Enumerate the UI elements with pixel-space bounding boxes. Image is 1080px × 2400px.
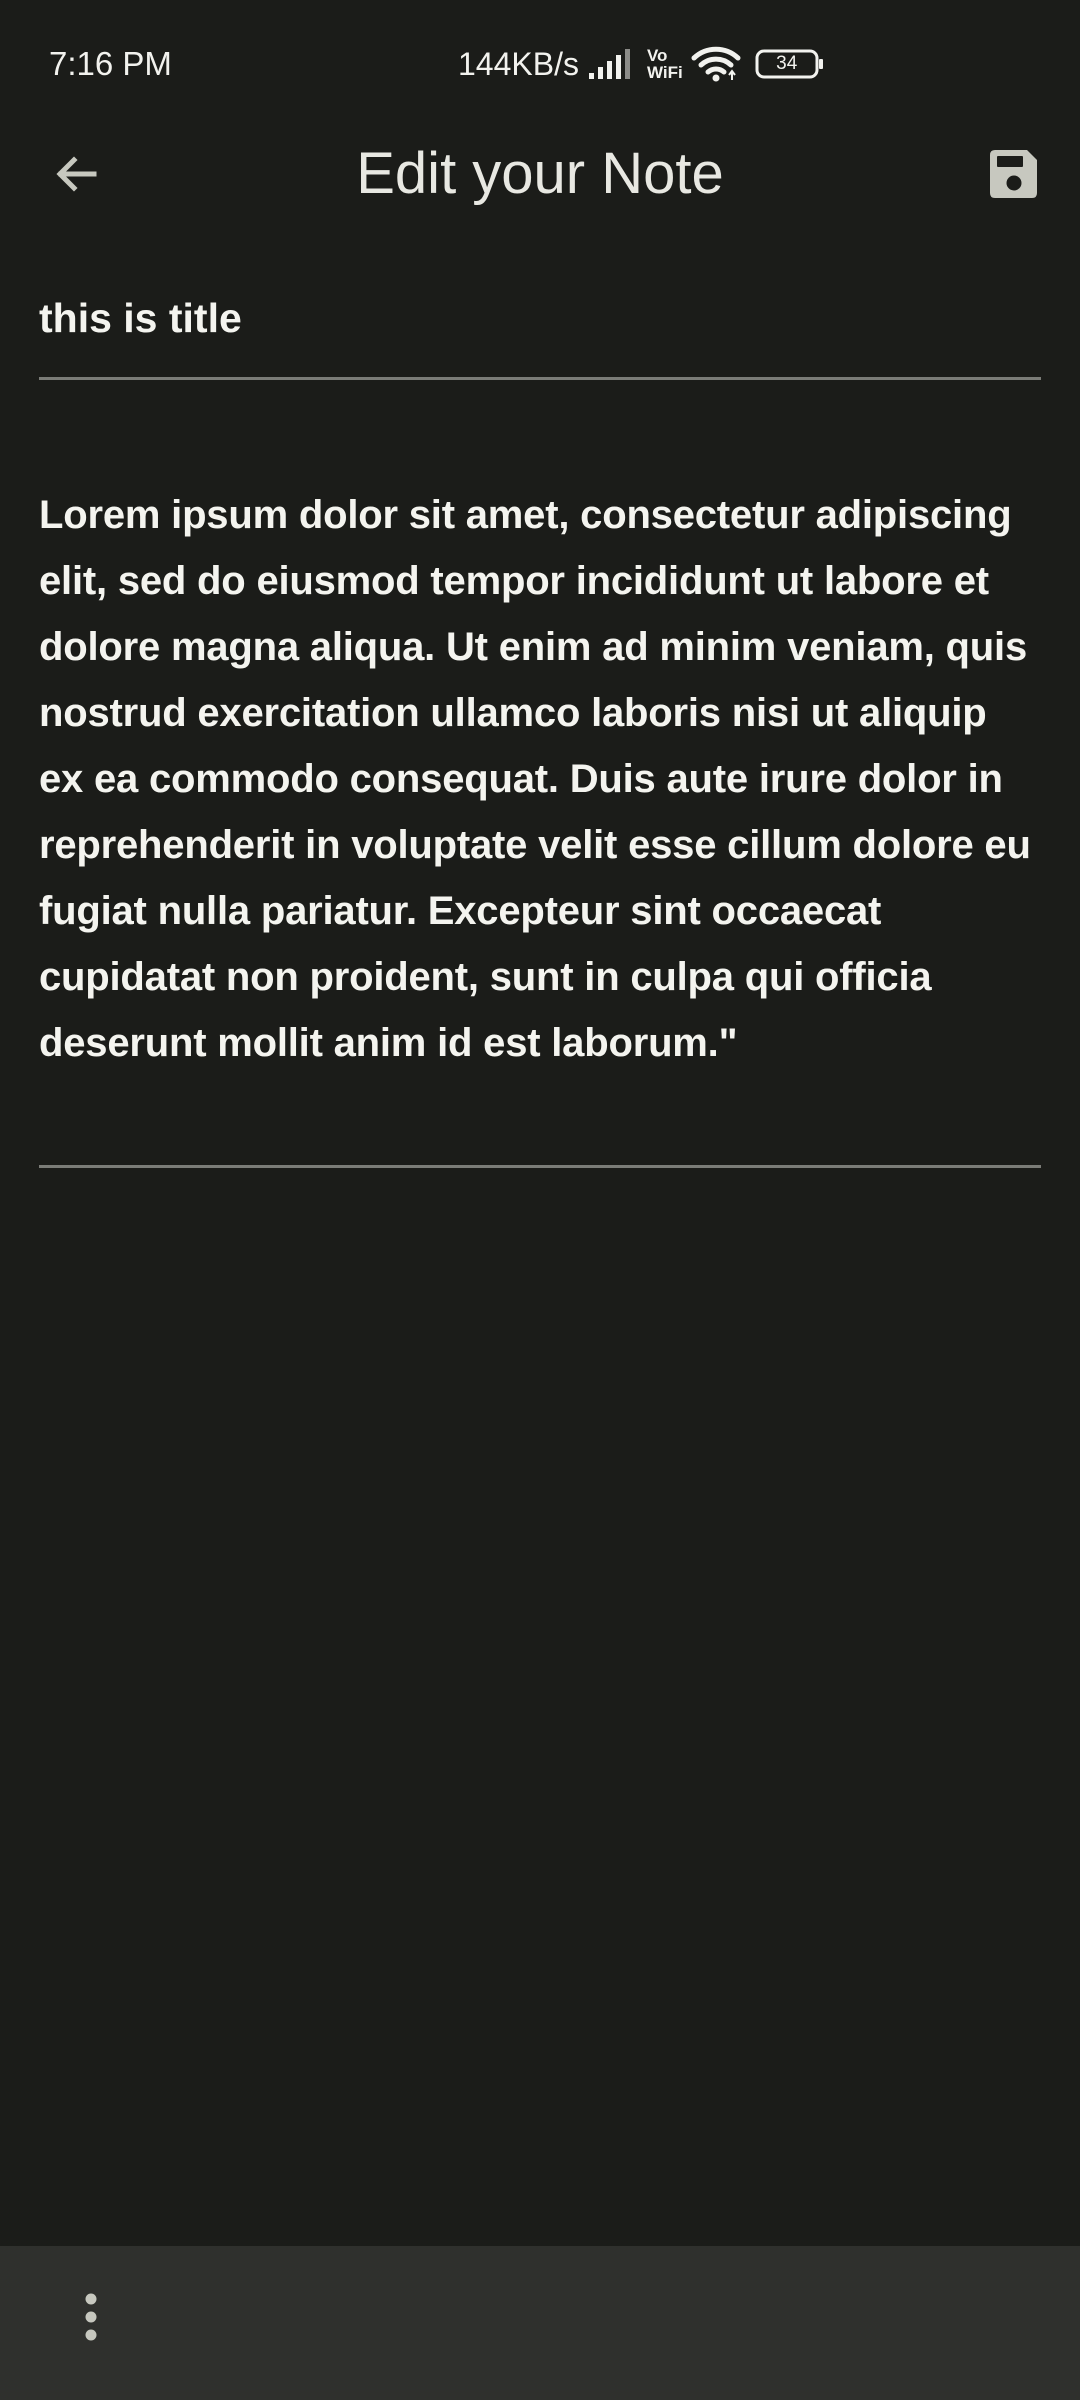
wifi-icon [691, 46, 741, 82]
status-indicators: 144KB/s Vo WiFi 34 [458, 40, 825, 88]
more-vert-icon [85, 2293, 97, 2341]
signal-strength-icon [588, 49, 630, 79]
more-options-button[interactable] [56, 2282, 126, 2352]
page-title: Edit your Note [356, 141, 724, 206]
top-app-bar: Edit your Note [0, 128, 1080, 220]
bottom-bar [0, 2246, 1080, 2400]
save-button[interactable] [974, 138, 1052, 210]
note-title-input[interactable]: this is title [39, 291, 242, 345]
arrow-back-icon [56, 156, 97, 192]
vowifi-bottom: WiFi [646, 63, 683, 82]
vowifi-icon: Vo WiFi [647, 47, 683, 81]
note-body-field[interactable]: Lorem ipsum dolor sit amet, consectetur … [39, 478, 1041, 1168]
battery-icon: 34 [755, 49, 825, 79]
note-body-input[interactable]: Lorem ipsum dolor sit amet, consectetur … [39, 478, 1041, 1076]
edit-note-screen: 7:16 PM 144KB/s Vo WiFi 34 Edit your Not… [0, 0, 1080, 2400]
back-button[interactable] [40, 138, 112, 210]
status-bar: 7:16 PM 144KB/s Vo WiFi 34 [0, 0, 1080, 128]
status-time: 7:16 PM [49, 45, 172, 82]
battery-level: 34 [776, 53, 798, 74]
save-floppy-icon [990, 150, 1037, 198]
network-speed: 144KB/s [458, 46, 579, 82]
vowifi-top: Vo [646, 46, 668, 65]
note-title-field[interactable]: this is title [39, 282, 1041, 380]
